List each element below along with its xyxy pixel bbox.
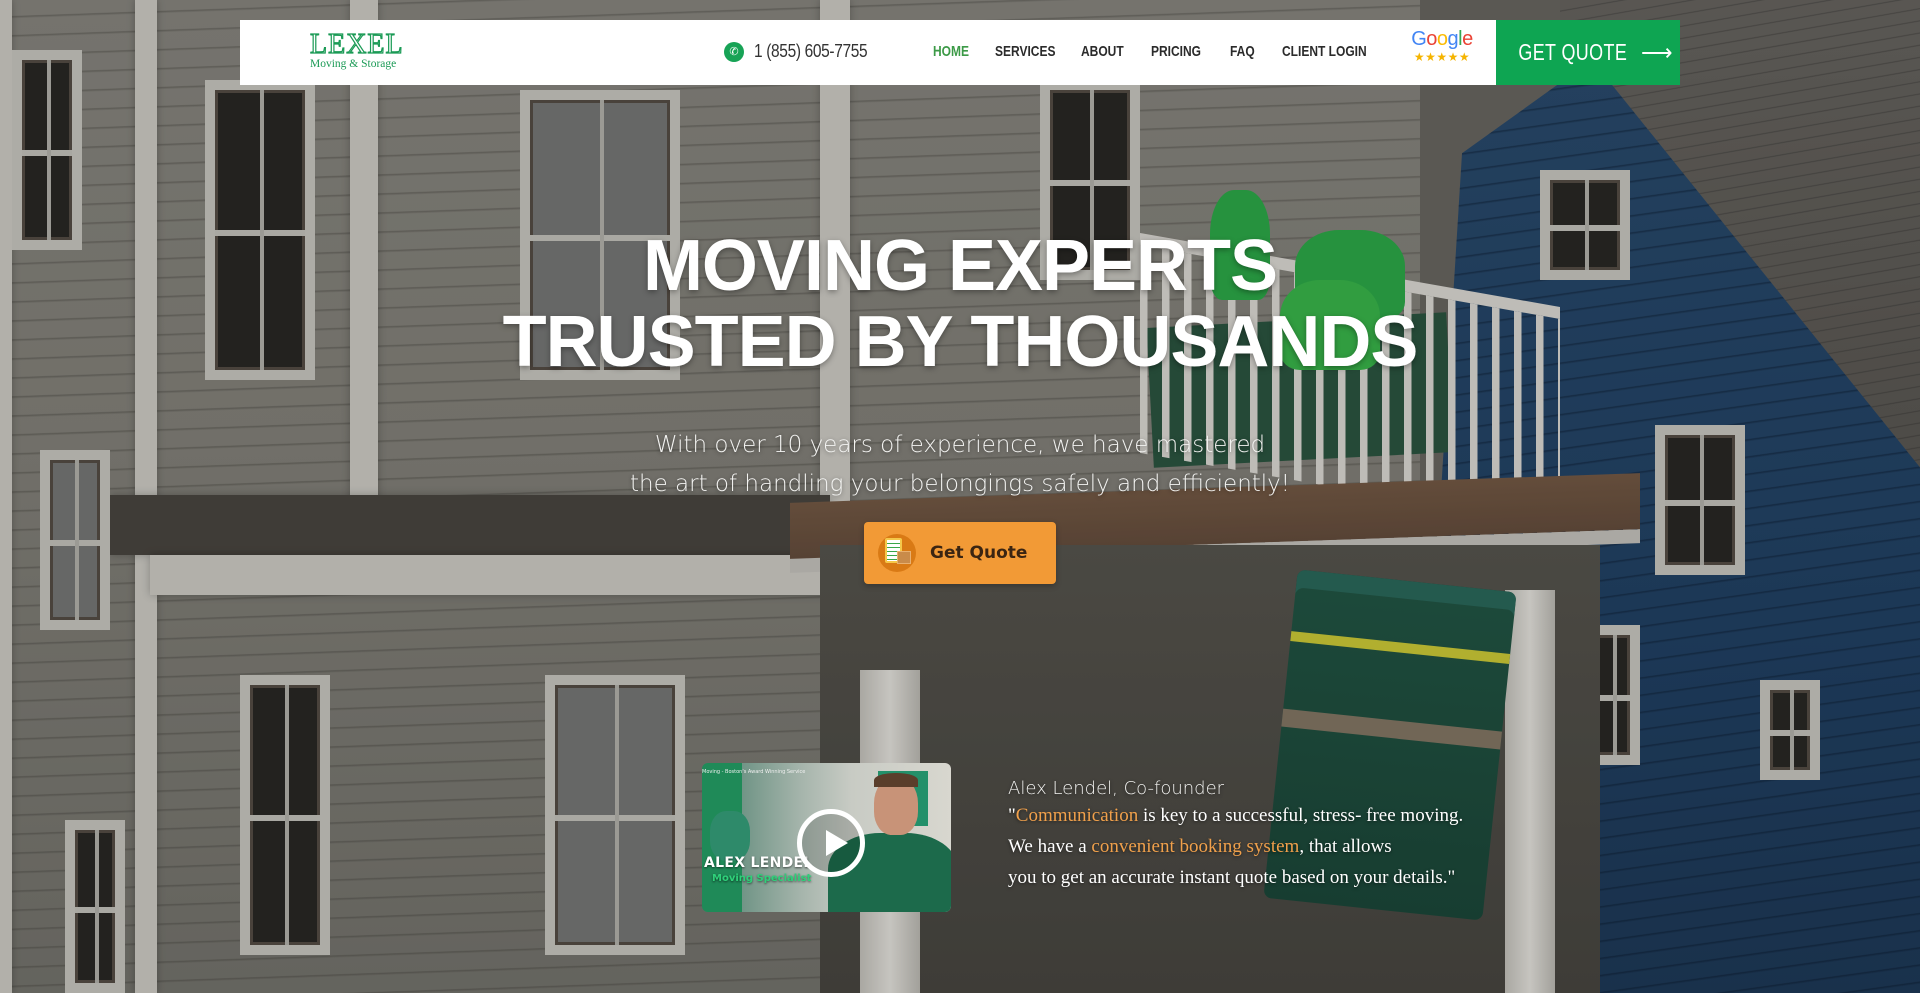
video-role-tag: Moving Specialist: [712, 873, 812, 884]
video-title: Moving - Boston's Award Winning Service: [702, 769, 806, 775]
testimonial-text: is key to a successful, stress- free mov…: [1138, 805, 1464, 826]
main-nav: HOME SERVICES ABOUT PRICING FAQ CLIENT L…: [933, 43, 1392, 60]
site-header: LEXEL Moving & Storage ✆ 1 (855) 605-775…: [240, 20, 1680, 85]
google-logo: Google: [1411, 28, 1473, 50]
testimonial-text: , that allows: [1299, 836, 1392, 857]
clipboard-boxes-icon: [878, 534, 916, 572]
play-icon[interactable]: [797, 809, 865, 877]
hero-title-line-1: MOVING EXPERTS: [642, 226, 1278, 306]
testimonial-text: We have a: [1008, 836, 1092, 857]
header-get-quote-label: GET QUOTE: [1518, 39, 1628, 65]
video-speaker-hair: [874, 773, 918, 787]
highlight-communication: Communication: [1015, 805, 1139, 826]
phone-icon: ✆: [724, 41, 744, 62]
hero-subtitle: With over 10 years of experience, we hav…: [0, 426, 1920, 504]
google-reviews-badge[interactable]: Google ★★★★★: [1407, 28, 1477, 76]
hero-subtitle-line-2: the art of handling your belongings safe…: [629, 471, 1291, 497]
video-name-tag: ALEX LENDEL: [704, 855, 813, 871]
google-letter: e: [1462, 28, 1473, 50]
header-get-quote-button[interactable]: GET QUOTE ⟶: [1496, 20, 1680, 85]
nav-client-login[interactable]: CLIENT LOGIN: [1282, 43, 1370, 60]
nav-about[interactable]: ABOUT: [1081, 43, 1137, 60]
google-letter: g: [1447, 28, 1459, 50]
highlight-booking-system: convenient booking system: [1091, 836, 1300, 857]
phone-link[interactable]: ✆ 1 (855) 605-7755: [724, 41, 886, 62]
star-rating: ★★★★★: [1413, 50, 1471, 64]
nav-pricing[interactable]: PRICING: [1151, 43, 1214, 60]
hero-title: MOVING EXPERTS TRUSTED BY THOUSANDS: [0, 228, 1920, 380]
box-shape: [897, 551, 911, 564]
testimonial-line-3: you to get an accurate instant quote bas…: [1008, 867, 1456, 888]
hero-title-line-2: TRUSTED BY THOUSANDS: [502, 302, 1419, 382]
google-letter: o: [1436, 28, 1448, 50]
nav-home[interactable]: HOME: [933, 43, 984, 60]
hero-subtitle-line-1: With over 10 years of experience, we hav…: [654, 432, 1266, 458]
hero-get-quote-label: Get Quote: [930, 543, 1028, 563]
google-letter: G: [1411, 28, 1427, 50]
logo[interactable]: LEXEL Moving & Storage: [309, 29, 420, 72]
testimonial-line-2: We have a convenient booking system, tha…: [1008, 831, 1508, 862]
video-bg-person: [710, 811, 750, 861]
arrow-right-icon: ⟶: [1641, 39, 1673, 65]
founder-testimonial: Alex Lendel, Co-founder "Communication i…: [1008, 778, 1508, 893]
google-letter: o: [1426, 28, 1437, 50]
testimonial-author: Alex Lendel, Co-founder: [1008, 778, 1225, 799]
phone-number: 1 (855) 605-7755: [754, 41, 868, 61]
logo-tagline: Moving & Storage: [310, 58, 397, 70]
logo-wordmark: LEXEL: [309, 29, 404, 60]
nav-faq[interactable]: FAQ: [1230, 43, 1272, 60]
quote-mark: ": [1008, 805, 1016, 826]
testimonial-line-1: "Communication is key to a successful, s…: [1008, 800, 1508, 831]
founder-video-thumbnail[interactable]: Moving - Boston's Award Winning Service …: [702, 763, 951, 912]
hero-get-quote-button[interactable]: Get Quote: [864, 522, 1056, 584]
nav-services[interactable]: SERVICES: [995, 43, 1064, 60]
